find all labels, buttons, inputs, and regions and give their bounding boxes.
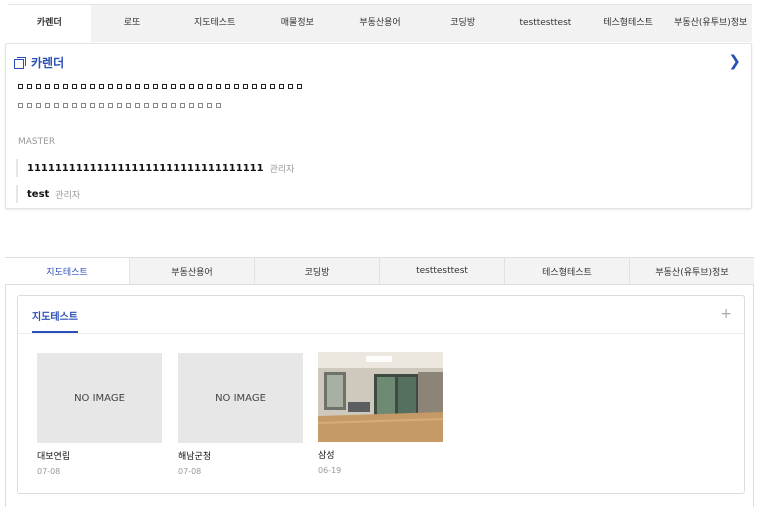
map-test-board: 지도테스트 + NO IMAGE 대보연립 07-08 NO IMAGE 해남군… [17,295,745,494]
room-photo-thumbnail[interactable] [318,352,443,442]
no-image-thumbnail[interactable]: NO IMAGE [37,353,162,443]
calendar-card: 카렌더 ❯ MASTER 111111111111111111111111111… [5,43,752,209]
copy-icon [14,56,26,69]
calendar-placeholder-row-bold [18,84,302,89]
map-test-panel: 지도테스트 + NO IMAGE 대보연립 07-08 NO IMAGE 해남군… [5,285,754,507]
plus-icon[interactable]: + [720,306,732,322]
post-card[interactable]: 삼성 06-19 [318,352,443,475]
member-name: 1111111111111111111111111111111111 [27,162,264,174]
tab-real-estate-youtube[interactable]: 부동산(유투브)정보 [669,5,752,42]
board-title[interactable]: 지도테스트 [32,308,78,333]
subtab-real-estate-youtube[interactable]: 부동산(유투브)정보 [630,258,754,284]
post-date: 07-08 [178,467,202,476]
member-row[interactable]: test 관리자 [16,185,80,203]
tab-map-test[interactable]: 지도테스트 [173,5,256,42]
subtab-testtesttest[interactable]: testtesttest [380,258,505,284]
member-role: 관리자 [269,164,295,175]
calendar-title: 카렌더 [31,56,65,70]
tab-brother-test[interactable]: 테스형테스트 [587,5,670,42]
post-date: 07-08 [37,467,61,476]
post-title[interactable]: 삼성 [318,448,443,461]
board-header: 지도테스트 + [18,296,744,334]
subtab-coding-room[interactable]: 코딩방 [255,258,380,284]
member-role: 관리자 [55,190,81,201]
chevron-right-icon[interactable]: ❯ [728,52,741,70]
subtab-real-estate-terms[interactable]: 부동산용어 [130,258,255,284]
member-row[interactable]: 1111111111111111111111111111111111 관리자 [16,159,294,177]
calendar-header[interactable]: 카렌더 [14,54,64,71]
tab-testtesttest[interactable]: testtesttest [504,5,587,42]
member-name: test [27,188,50,200]
room-photo-image [318,352,443,442]
post-card[interactable]: NO IMAGE 대보연립 07-08 [37,353,162,476]
tab-calendar[interactable]: 카렌더 [8,5,91,42]
post-card[interactable]: NO IMAGE 해남군청 07-08 [178,353,303,476]
post-title[interactable]: 대보연립 [37,449,162,462]
master-label: MASTER [18,137,56,147]
top-tab-bar: 카렌더 로또 지도테스트 매물정보 부동산용어 코딩방 testtesttest… [8,4,752,42]
calendar-placeholder-row-light [18,103,221,108]
sub-tab-bar: 지도테스트 부동산용어 코딩방 testtesttest 테스형테스트 부동산(… [5,257,754,285]
tab-lotto[interactable]: 로또 [91,5,174,42]
post-date: 06-19 [318,466,342,475]
subtab-brother-test[interactable]: 테스형테스트 [505,258,630,284]
no-image-thumbnail[interactable]: NO IMAGE [178,353,303,443]
tab-real-estate-terms[interactable]: 부동산용어 [339,5,422,42]
tab-listings[interactable]: 매물정보 [256,5,339,42]
tab-coding-room[interactable]: 코딩방 [421,5,504,42]
subtab-map-test[interactable]: 지도테스트 [5,258,130,284]
post-title[interactable]: 해남군청 [178,449,303,462]
